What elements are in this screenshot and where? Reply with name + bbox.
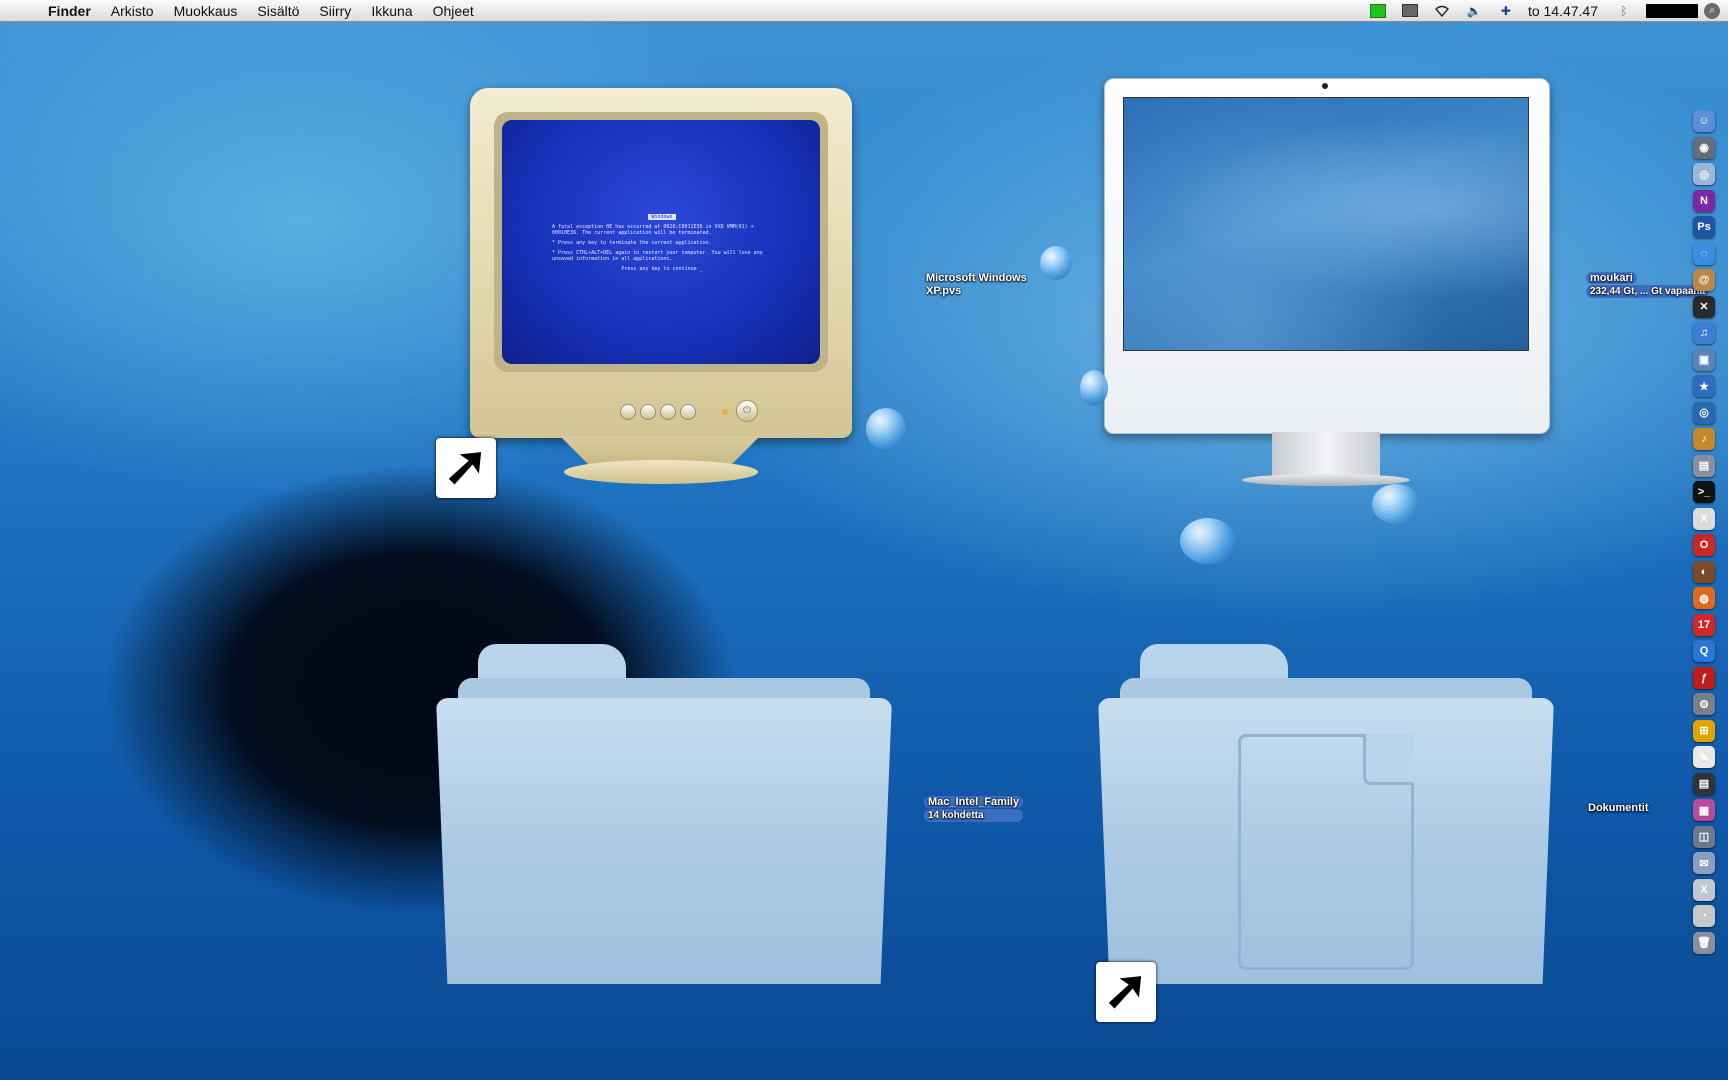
mac-intel-family-count: 14 kohdetta	[924, 809, 1024, 822]
dock-x11-icon[interactable]: X	[1693, 507, 1715, 530]
power-icon: ⏻	[736, 400, 758, 422]
bsod-screen: Windows A fatal exception 0E has occurre…	[502, 120, 820, 364]
menu-arkisto[interactable]: Arkisto	[101, 0, 164, 22]
desktop-label-mac-intel-family[interactable]: Mac_Intel_Family 14 kohdetta	[924, 796, 1024, 822]
dock-ms-office-icon[interactable]: ⊞	[1693, 719, 1715, 742]
water-drop	[1180, 518, 1236, 564]
bsod-text-2: * Press any key to terminate the current…	[552, 240, 712, 246]
menu-siirry[interactable]: Siirry	[309, 0, 361, 22]
menu-clock[interactable]: to 14.47.47	[1528, 3, 1598, 19]
folder-dokumentit[interactable]	[1098, 644, 1554, 984]
menu-ohjeet[interactable]: Ohjeet	[423, 0, 484, 22]
menu-bar: Finder Arkisto Muokkaus Sisältö Siirry I…	[0, 0, 1728, 22]
folder-mac-intel-family[interactable]	[436, 644, 892, 984]
dock-iphoto-icon[interactable]: ▣	[1693, 348, 1715, 371]
dock-trash-icon[interactable]: 🗑	[1693, 931, 1715, 954]
alias-arrow-icon: ➚	[436, 438, 496, 498]
dock-terminal-icon[interactable]: >_	[1693, 481, 1715, 503]
bsod-text-3: * Press CTRL+ALT+DEL again to restart yo…	[552, 250, 763, 262]
dock-textedit-icon[interactable]: ✎	[1693, 746, 1715, 768]
dock-address-book-icon[interactable]: @	[1693, 269, 1715, 291]
windows-xp-pvs-icon[interactable]: Windows A fatal exception 0E has occurre…	[470, 88, 852, 494]
dock-idvd-icon[interactable]: ◎	[1693, 401, 1715, 424]
moukari-disk-icon[interactable]	[1104, 78, 1550, 492]
dock-photoshop-icon[interactable]: Ps	[1693, 216, 1715, 238]
dock-camino-icon[interactable]: ◐	[1693, 560, 1715, 583]
dock-color-sync-icon[interactable]: ▦	[1693, 799, 1715, 821]
dock-dashboard-icon[interactable]: ◉	[1693, 136, 1715, 159]
water-drop	[1040, 246, 1072, 280]
battery-status-icon[interactable]	[1369, 3, 1386, 18]
dock-console-icon[interactable]: ▤	[1693, 772, 1715, 795]
dock-ichat-icon[interactable]: ◌	[1693, 242, 1715, 265]
dock-x-app-icon[interactable]: X	[1693, 878, 1715, 901]
dock-image-capture-icon[interactable]: ◫	[1693, 825, 1715, 848]
dock-system-preferences-icon[interactable]: ⚙	[1693, 693, 1715, 715]
dock-garageband-icon[interactable]: ♪	[1693, 428, 1715, 450]
document-icon	[1238, 734, 1414, 970]
dock: ☺ ◉ ◎ N Ps ◌ @ ✕ ♫ ▣ ★ ◎ ♪ ▤ >_ X O ◐ ◍ 17 Qƒ ⚙ ⊞ ✎ ▤ ▦ ◫ ✉ X ◔ 🗑	[1686, 110, 1728, 990]
dock-firefox-icon[interactable]: ◍	[1693, 587, 1715, 609]
menu-sisalto[interactable]: Sisältö	[247, 0, 309, 22]
bsod-text-1: A fatal exception 0E has occurred at 002…	[552, 224, 754, 236]
dock-preview-icon[interactable]: ▤	[1693, 454, 1715, 477]
dock-imovie-icon[interactable]: ★	[1693, 375, 1715, 397]
spotlight-icon[interactable]: ⌕	[1704, 2, 1720, 19]
wifi-icon[interactable]	[1434, 4, 1450, 18]
dock-itunes-icon[interactable]: ♫	[1693, 322, 1715, 344]
dock-opera-icon[interactable]: O	[1693, 534, 1715, 556]
water-drop	[1080, 370, 1108, 406]
menu-ikkuna[interactable]: Ikkuna	[361, 0, 422, 22]
menu-extras: 🔈 ✚ to 14.47.47 ᛒ ⌕	[1362, 0, 1728, 22]
desktop-label-windows-xp[interactable]: Microsoft Windows XP.pvs	[926, 272, 1027, 298]
bluetooth-icon[interactable]: ᛒ	[1616, 4, 1632, 18]
dock-disk-utility-icon[interactable]: ◔	[1693, 905, 1715, 927]
menu-muokkaus[interactable]: Muokkaus	[164, 0, 248, 22]
desktop-label-dokumentit[interactable]: Dokumentit	[1588, 802, 1649, 815]
menu-finder[interactable]: Finder	[48, 0, 101, 22]
input-menu-flag-icon[interactable]: ✚	[1498, 4, 1514, 18]
dock-finder-icon[interactable]: ☺	[1693, 110, 1715, 132]
water-drop	[866, 408, 906, 450]
water-drop	[1372, 484, 1420, 524]
display-status-icon[interactable]	[1401, 4, 1418, 18]
bsod-title: Windows	[648, 214, 676, 220]
bsod-text-4: Press any key to continue _	[621, 266, 703, 272]
dock-mail-stamp-icon[interactable]: ✉	[1693, 852, 1715, 874]
dock-safari-icon[interactable]: ◎	[1693, 163, 1715, 185]
dock-activity-monitor-icon[interactable]: ✕	[1693, 295, 1715, 318]
dock-quicktime-icon[interactable]: Q	[1693, 640, 1715, 662]
volume-icon[interactable]: 🔈	[1466, 4, 1482, 18]
dock-flash-icon[interactable]: ƒ	[1693, 666, 1715, 689]
dock-ical-icon[interactable]: 17	[1693, 613, 1715, 636]
user-menu[interactable]	[1646, 3, 1698, 18]
alias-arrow-icon: ➚	[1096, 962, 1156, 1022]
dock-nvu-icon[interactable]: N	[1693, 189, 1715, 212]
